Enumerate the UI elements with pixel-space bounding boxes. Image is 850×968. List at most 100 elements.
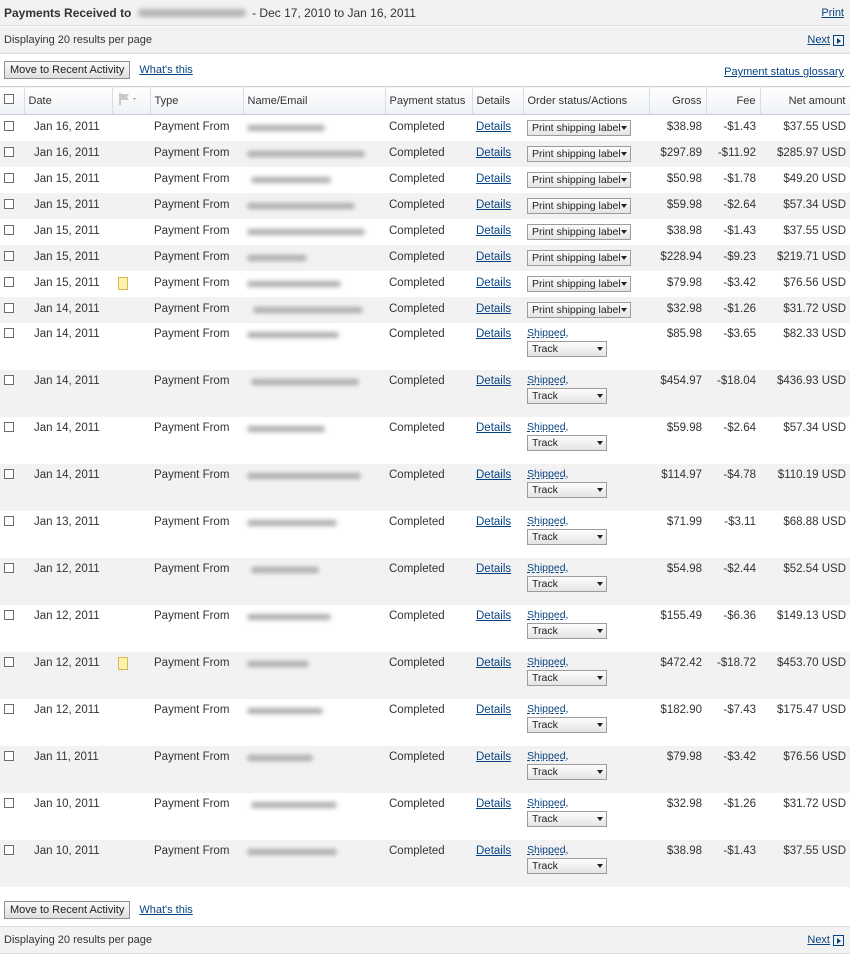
details-link[interactable]: Details xyxy=(476,516,511,528)
print-shipping-label-dropdown[interactable]: Print shipping label xyxy=(527,301,631,318)
row-checkbox[interactable] xyxy=(4,515,14,526)
track-dropdown[interactable]: Track xyxy=(527,763,607,780)
row-select-cell[interactable] xyxy=(0,192,24,219)
print-shipping-label-dropdown[interactable]: Print shipping label xyxy=(527,171,631,188)
select-all-checkbox[interactable] xyxy=(4,94,14,104)
details-link[interactable]: Details xyxy=(476,303,511,315)
row-select-cell[interactable] xyxy=(0,605,24,652)
row-checkbox[interactable] xyxy=(4,198,14,209)
print-shipping-label-dropdown[interactable]: Print shipping label xyxy=(527,197,631,214)
track-dropdown[interactable]: Track xyxy=(527,669,607,686)
next-link[interactable]: Next xyxy=(807,34,830,46)
track-dropdown[interactable]: Track xyxy=(527,387,607,404)
col-flag[interactable] xyxy=(112,86,151,115)
row-select-cell[interactable] xyxy=(0,745,24,793)
row-select-cell[interactable] xyxy=(0,140,24,167)
details-link[interactable]: Details xyxy=(476,422,511,434)
row-select-cell[interactable] xyxy=(0,793,24,840)
track-dropdown[interactable]: Track xyxy=(527,716,607,733)
select-all-cell[interactable] xyxy=(0,86,25,115)
details-link[interactable]: Details xyxy=(476,328,511,340)
shipped-status[interactable]: Shipped, xyxy=(527,327,645,339)
row-checkbox[interactable] xyxy=(4,609,14,620)
shipped-status[interactable]: Shipped, xyxy=(527,468,645,480)
row-checkbox[interactable] xyxy=(4,421,14,432)
row-select-cell[interactable] xyxy=(0,699,24,746)
shipped-status[interactable]: Shipped, xyxy=(527,656,645,668)
details-link[interactable]: Details xyxy=(476,277,511,289)
row-checkbox[interactable] xyxy=(4,276,14,287)
row-select-cell[interactable] xyxy=(0,115,24,141)
whats-this-link[interactable]: What's this xyxy=(139,64,192,76)
shipped-status[interactable]: Shipped, xyxy=(527,703,645,715)
track-dropdown[interactable]: Track xyxy=(527,340,607,357)
row-select-cell[interactable] xyxy=(0,296,24,323)
shipped-status[interactable]: Shipped, xyxy=(527,750,645,762)
next-arrow-icon-bottom[interactable] xyxy=(833,934,844,946)
col-fee[interactable]: Fee xyxy=(706,86,761,115)
details-link[interactable]: Details xyxy=(476,610,511,622)
details-link[interactable]: Details xyxy=(476,375,511,387)
row-select-cell[interactable] xyxy=(0,167,24,193)
col-gross[interactable]: Gross xyxy=(649,86,707,115)
next-arrow-icon[interactable] xyxy=(833,34,844,46)
move-to-recent-activity-button-bottom[interactable]: Move to Recent Activity xyxy=(4,901,131,919)
row-checkbox[interactable] xyxy=(4,797,14,808)
row-checkbox[interactable] xyxy=(4,562,14,573)
col-payment-status[interactable]: Payment status xyxy=(385,86,473,115)
details-link[interactable]: Details xyxy=(476,704,511,716)
details-link[interactable]: Details xyxy=(476,225,511,237)
shipped-status[interactable]: Shipped, xyxy=(527,797,645,809)
note-icon[interactable] xyxy=(118,656,128,670)
row-checkbox[interactable] xyxy=(4,327,14,338)
track-dropdown[interactable]: Track xyxy=(527,857,607,874)
track-dropdown[interactable]: Track xyxy=(527,575,607,592)
row-checkbox[interactable] xyxy=(4,374,14,385)
col-net-amount[interactable]: Net amount xyxy=(760,86,850,115)
shipped-status[interactable]: Shipped, xyxy=(527,374,645,386)
row-select-cell[interactable] xyxy=(0,271,24,297)
details-link[interactable]: Details xyxy=(476,251,511,263)
row-select-cell[interactable] xyxy=(0,323,24,370)
flag-icon[interactable] xyxy=(117,93,139,105)
details-link[interactable]: Details xyxy=(476,798,511,810)
col-date[interactable]: Date xyxy=(24,86,113,115)
col-type[interactable]: Type xyxy=(150,86,244,115)
shipped-status[interactable]: Shipped, xyxy=(527,562,645,574)
details-link[interactable]: Details xyxy=(476,173,511,185)
payment-status-glossary-link[interactable]: Payment status glossary xyxy=(724,66,844,78)
details-link[interactable]: Details xyxy=(476,657,511,669)
row-checkbox[interactable] xyxy=(4,172,14,183)
whats-this-link-bottom[interactable]: What's this xyxy=(139,904,192,916)
track-dropdown[interactable]: Track xyxy=(527,434,607,451)
col-name-email[interactable]: Name/Email xyxy=(243,86,386,115)
row-select-cell[interactable] xyxy=(0,369,24,417)
note-icon[interactable] xyxy=(118,276,128,290)
track-dropdown[interactable]: Track xyxy=(527,481,607,498)
details-link[interactable]: Details xyxy=(476,121,511,133)
print-shipping-label-dropdown[interactable]: Print shipping label xyxy=(527,223,631,240)
row-checkbox[interactable] xyxy=(4,302,14,313)
shipped-status[interactable]: Shipped, xyxy=(527,515,645,527)
print-shipping-label-dropdown[interactable]: Print shipping label xyxy=(527,249,631,266)
print-shipping-label-dropdown[interactable]: Print shipping label xyxy=(527,120,631,136)
next-link-bottom[interactable]: Next xyxy=(807,934,830,946)
print-shipping-label-dropdown[interactable]: Print shipping label xyxy=(527,145,631,162)
print-shipping-label-dropdown[interactable]: Print shipping label xyxy=(527,275,631,292)
row-checkbox[interactable] xyxy=(4,250,14,261)
row-checkbox[interactable] xyxy=(4,146,14,157)
row-select-cell[interactable] xyxy=(0,511,24,558)
track-dropdown[interactable]: Track xyxy=(527,528,607,545)
row-select-cell[interactable] xyxy=(0,244,24,271)
print-link[interactable]: Print xyxy=(821,7,844,19)
shipped-status[interactable]: Shipped, xyxy=(527,844,645,856)
row-checkbox[interactable] xyxy=(4,844,14,855)
shipped-status[interactable]: Shipped, xyxy=(527,421,645,433)
details-link[interactable]: Details xyxy=(476,469,511,481)
track-dropdown[interactable]: Track xyxy=(527,622,607,639)
row-select-cell[interactable] xyxy=(0,651,24,699)
details-link[interactable]: Details xyxy=(476,199,511,211)
track-dropdown[interactable]: Track xyxy=(527,810,607,827)
row-checkbox[interactable] xyxy=(4,703,14,714)
shipped-status[interactable]: Shipped, xyxy=(527,609,645,621)
